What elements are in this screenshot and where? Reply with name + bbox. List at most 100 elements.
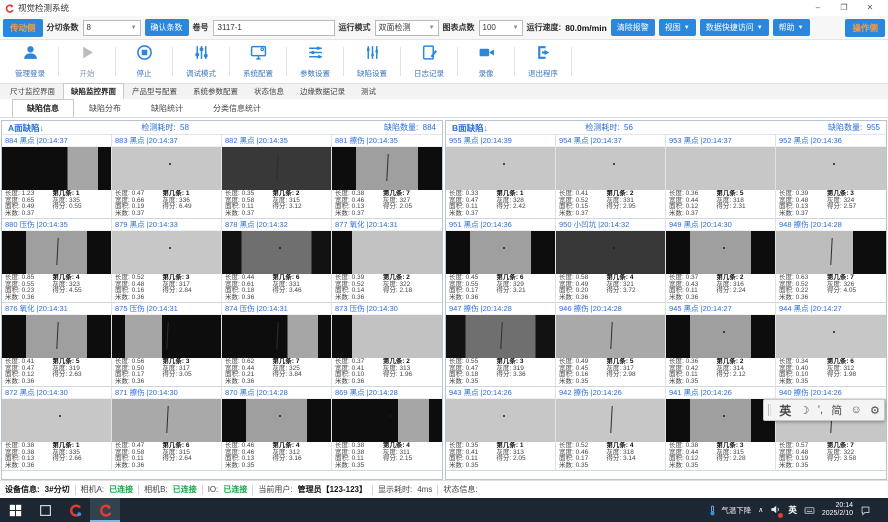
defect-cell[interactable]: 955 黑点 |20:14:39长度: 0.33宽度: 0.47面积: 0.11… xyxy=(446,135,556,219)
defect-image[interactable] xyxy=(2,231,111,275)
main-tab-0[interactable]: 尺寸监控界面 xyxy=(2,83,63,99)
defect-image[interactable] xyxy=(222,399,331,443)
defect-image[interactable] xyxy=(446,399,555,443)
minimize-button[interactable]: – xyxy=(805,1,831,15)
keyboard-icon[interactable] xyxy=(804,505,815,516)
defect-image[interactable] xyxy=(332,315,442,359)
main-tab-2[interactable]: 产品型号配置 xyxy=(124,83,185,99)
punctuation-toggle[interactable]: ’, xyxy=(818,404,824,416)
panel-title[interactable]: B面缺陷↓ xyxy=(452,122,488,134)
main-tab-6[interactable]: 测试 xyxy=(353,83,384,99)
defect-cell[interactable]: 881 擦伤 |20:14:35长度: 0.38宽度: 0.46面积: 0.13… xyxy=(332,135,442,219)
defect-image[interactable] xyxy=(776,231,886,275)
emoji-icon[interactable]: ☺ xyxy=(851,404,862,416)
defect-image[interactable] xyxy=(2,399,111,443)
drive-side-button[interactable]: 传动侧 xyxy=(3,19,43,37)
defect-cell[interactable]: 882 黑点 |20:14:35长度: 0.35宽度: 0.58面积: 0.11… xyxy=(222,135,332,219)
defect-cell[interactable]: 880 压伤 |20:14:35长度: 0.85宽度: 0.55面积: 0.23… xyxy=(2,219,112,303)
sub-tab-0[interactable]: 缺陷信息 xyxy=(12,99,74,117)
action-stop[interactable]: 停止 xyxy=(116,40,172,83)
action-log[interactable]: 日志记录 xyxy=(401,40,457,83)
sub-tab-2[interactable]: 缺陷统计 xyxy=(136,99,198,117)
main-tab-4[interactable]: 状态信息 xyxy=(246,83,292,99)
defect-cell[interactable]: 883 黑点 |20:14:37长度: 0.47宽度: 0.66面积: 0.19… xyxy=(112,135,222,219)
defect-image[interactable] xyxy=(446,231,555,275)
defect-image[interactable] xyxy=(222,315,331,359)
defect-image[interactable] xyxy=(446,147,555,191)
maximize-button[interactable]: ❐ xyxy=(831,1,857,15)
defect-image[interactable] xyxy=(332,231,442,275)
action-params[interactable]: 参数设置 xyxy=(287,40,343,83)
defect-image[interactable] xyxy=(446,315,555,359)
defect-cell[interactable]: 950 小凹坑 |20:14:32长度: 0.58宽度: 0.49面积: 0.2… xyxy=(556,219,666,303)
defect-cell[interactable]: 945 黑点 |20:14:27长度: 0.36宽度: 0.42面积: 0.11… xyxy=(666,303,776,387)
taskbar-clock[interactable]: 20:142025/2/10 xyxy=(822,502,853,518)
simplified-toggle[interactable]: 简 xyxy=(831,402,842,418)
defect-image[interactable] xyxy=(332,147,442,191)
defect-cell[interactable]: 951 黑点 |20:14:36长度: 0.45宽度: 0.55面积: 0.17… xyxy=(446,219,556,303)
moon-icon[interactable]: ☽ xyxy=(800,404,810,417)
defect-image[interactable] xyxy=(222,147,331,191)
defect-image[interactable] xyxy=(776,315,886,359)
defect-image[interactable] xyxy=(222,231,331,275)
running-app-button[interactable] xyxy=(90,498,120,522)
weather-widget[interactable]: 气温下降 xyxy=(707,505,751,516)
action-monitor[interactable]: 系统配置 xyxy=(230,40,286,83)
action-debug[interactable]: 调试模式 xyxy=(173,40,229,83)
clear-alarm-button[interactable]: 清除报警 xyxy=(611,19,655,36)
volume-icon[interactable] xyxy=(770,504,781,517)
defect-cell[interactable]: 884 黑点 |20:14:37长度: 1.23宽度: 0.65面积: 0.49… xyxy=(2,135,112,219)
defect-cell[interactable]: 952 黑点 |20:14:36长度: 0.39宽度: 0.48面积: 0.13… xyxy=(776,135,886,219)
action-defect[interactable]: 缺陷设置 xyxy=(344,40,400,83)
panel-title[interactable]: A面缺陷↓ xyxy=(8,122,44,134)
run-mode-select[interactable]: 双面检测▼ xyxy=(375,20,439,36)
defect-image[interactable] xyxy=(776,147,886,191)
defect-image[interactable] xyxy=(666,231,775,275)
defect-image[interactable] xyxy=(112,315,221,359)
sub-tab-3[interactable]: 分类信息统计 xyxy=(198,99,276,117)
roll-number-input[interactable]: 3117-1 xyxy=(213,20,335,36)
main-tab-1[interactable]: 缺陷监控界面 xyxy=(63,83,124,99)
defect-cell[interactable]: 944 黑点 |20:14:27长度: 0.34宽度: 0.40面积: 0.10… xyxy=(776,303,886,387)
defect-image[interactable] xyxy=(2,315,111,359)
action-exit[interactable]: 退出程序 xyxy=(515,40,571,83)
defect-cell[interactable]: 949 黑点 |20:14:30长度: 0.37宽度: 0.43面积: 0.11… xyxy=(666,219,776,303)
defect-image[interactable] xyxy=(112,147,221,191)
main-tab-3[interactable]: 系统参数配置 xyxy=(185,83,246,99)
defect-image[interactable] xyxy=(112,231,221,275)
defect-cell[interactable]: 871 擦伤 |20:14:30长度: 0.47宽度: 0.58面积: 0.11… xyxy=(112,387,222,471)
task-view-button[interactable] xyxy=(30,498,60,522)
defect-cell[interactable]: 873 压伤 |20:14:30长度: 0.37宽度: 0.41面积: 0.10… xyxy=(332,303,442,387)
defect-image[interactable] xyxy=(556,147,665,191)
defect-cell[interactable]: 948 擦伤 |20:14:28长度: 0.63宽度: 0.52面积: 0.22… xyxy=(776,219,886,303)
defect-image[interactable] xyxy=(556,231,665,275)
defect-image[interactable] xyxy=(666,147,775,191)
defect-image[interactable] xyxy=(666,399,775,443)
action-camera[interactable]: 录像 xyxy=(458,40,514,83)
defect-image[interactable] xyxy=(112,399,221,443)
ime-lang-toggle[interactable]: 英 xyxy=(779,402,791,419)
defect-cell[interactable]: 946 擦伤 |20:14:28长度: 0.49宽度: 0.45面积: 0.16… xyxy=(556,303,666,387)
slit-count-select[interactable]: 8▼ xyxy=(83,20,141,36)
operator-side-button[interactable]: 操作侧 xyxy=(845,19,885,37)
defect-image[interactable] xyxy=(332,399,442,443)
action-center-icon[interactable] xyxy=(860,505,871,516)
gear-icon[interactable]: ⚙ xyxy=(870,404,880,417)
pinned-app-button[interactable] xyxy=(60,498,90,522)
sub-tab-1[interactable]: 缺陷分布 xyxy=(74,99,136,117)
close-button[interactable]: ✕ xyxy=(857,1,883,15)
help-menu-button[interactable]: 帮助▼ xyxy=(773,19,810,36)
defect-cell[interactable]: 877 氧化 |20:14:31长度: 0.39宽度: 0.52面积: 0.14… xyxy=(332,219,442,303)
hidden-icons-chevron[interactable]: ∧ xyxy=(758,506,763,514)
defect-image[interactable] xyxy=(666,315,775,359)
defect-image[interactable] xyxy=(556,399,665,443)
start-button[interactable] xyxy=(0,498,30,522)
defect-cell[interactable]: 947 擦伤 |20:14:28长度: 0.55宽度: 0.47面积: 0.18… xyxy=(446,303,556,387)
chart-points-select[interactable]: 100▼ xyxy=(479,20,523,36)
defect-image[interactable] xyxy=(556,315,665,359)
defect-cell[interactable]: 872 黑点 |20:14:30长度: 0.38宽度: 0.38面积: 0.13… xyxy=(2,387,112,471)
main-tab-5[interactable]: 边缘数据记录 xyxy=(292,83,353,99)
defect-cell[interactable]: 869 黑点 |20:14:28长度: 0.38宽度: 0.38面积: 0.11… xyxy=(332,387,442,471)
defect-cell[interactable]: 879 黑点 |20:14:33长度: 0.52宽度: 0.48面积: 0.16… xyxy=(112,219,222,303)
ime-language-indicator[interactable]: 英 xyxy=(788,504,797,516)
